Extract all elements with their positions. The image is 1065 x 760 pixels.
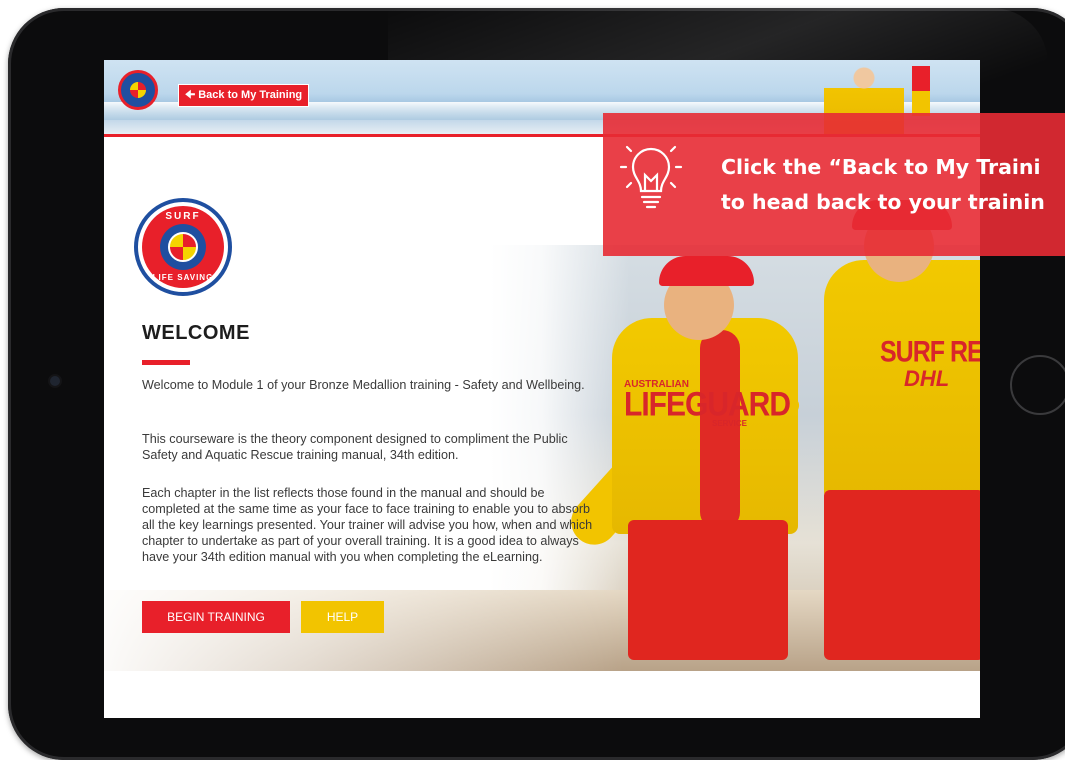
begin-training-button[interactable]: BEGIN TRAINING	[142, 601, 290, 633]
lifeguard-left-cap	[659, 256, 754, 286]
surf-life-saving-logo: SURF LIFE SAVING	[134, 198, 232, 296]
back-to-my-training-button[interactable]: 🠈 Back to My Training	[178, 84, 310, 107]
logo-inner	[160, 224, 206, 270]
header-logo	[118, 70, 158, 110]
page-title: WELCOME	[142, 322, 250, 344]
chapter-paragraph: Each chapter in the list reflects those …	[142, 486, 593, 564]
lightbulb-icon	[619, 145, 683, 209]
lifeguard-right-shirt	[824, 260, 980, 500]
lifeguard-right-sponsor: DHL	[904, 366, 950, 391]
lifeguard-left-sleeve	[700, 330, 740, 530]
hint-tooltip: Click the “Back to My Traini to head bac…	[603, 113, 1065, 256]
home-button[interactable]	[1010, 355, 1065, 415]
lifeguard-right-shorts	[824, 490, 980, 660]
back-button-label: Back to My Training	[198, 89, 303, 101]
logo-ring: SURF LIFE SAVING	[142, 206, 224, 288]
arrow-left-icon: 🠈	[185, 89, 196, 101]
tooltip-line-2: to head back to your trainin	[721, 190, 1045, 214]
camera	[50, 376, 60, 386]
title-underline	[142, 360, 190, 365]
lifeguard-right-shirt-text: SURF RESCUE	[880, 335, 980, 369]
lifeguard-left-shorts	[628, 520, 788, 660]
header-flag-image	[912, 66, 930, 116]
lifeguard-left-shirt-text: AUSTRALIAN LIFEGUARD SERVICE	[624, 379, 791, 428]
tooltip-line-1: Click the “Back to My Traini	[721, 155, 1041, 179]
courseware-paragraph: This courseware is the theory component …	[142, 432, 568, 462]
logo-cap	[168, 232, 198, 262]
intro-paragraph: Welcome to Module 1 of your Bronze Medal…	[142, 378, 585, 392]
help-button[interactable]: HELP	[301, 601, 384, 633]
